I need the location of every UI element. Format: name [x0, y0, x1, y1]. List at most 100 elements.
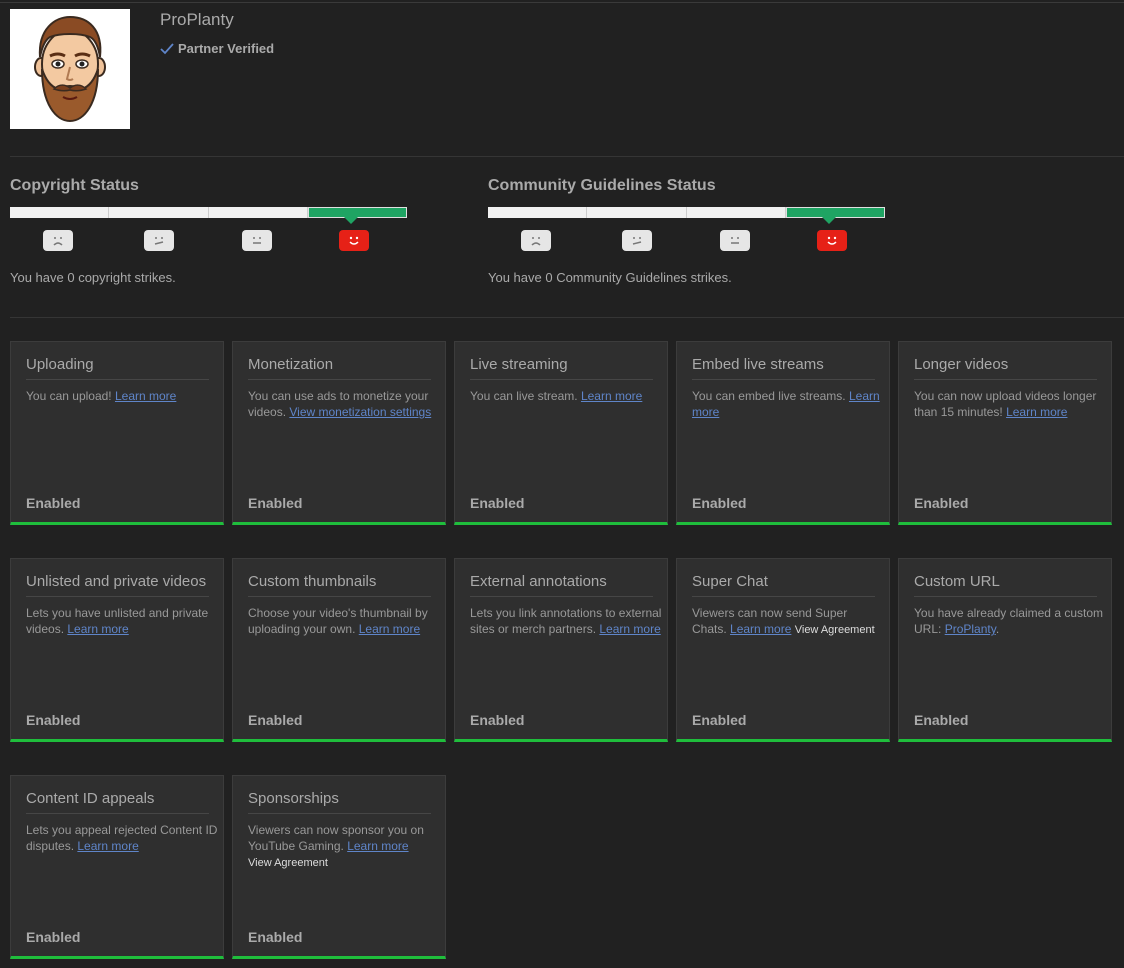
- channel-name: ProPlanty: [160, 10, 234, 29]
- meter-segment: [10, 207, 110, 218]
- feature-card-divider: [26, 813, 209, 814]
- sad-face-icon: [521, 230, 551, 251]
- learn-more-link[interactable]: Learn more: [581, 389, 642, 403]
- meter-segment: [208, 207, 308, 218]
- feature-status: Enabled: [914, 712, 969, 728]
- partner-verified-badge: Partner Verified: [160, 41, 274, 56]
- learn-more-link[interactable]: Learn more: [67, 622, 128, 636]
- feature-card-divider: [26, 596, 209, 597]
- meter-segment: [109, 207, 209, 218]
- feature-card-description: Viewers can now send Super Chats. Learn …: [692, 605, 884, 638]
- feature-status: Enabled: [26, 712, 81, 728]
- feature-card-description: You have already claimed a custom URL: P…: [914, 605, 1106, 637]
- feature-card-description: You can live stream. Learn more: [470, 388, 662, 404]
- feature-description-text: You can embed live streams.: [692, 389, 849, 403]
- view-agreement-link[interactable]: View Agreement: [248, 857, 328, 869]
- feature-card-divider: [914, 379, 1097, 380]
- feature-description-text: You can upload!: [26, 389, 115, 403]
- community-status-title: Community Guidelines Status: [488, 177, 716, 194]
- happy-face-icon: [339, 230, 369, 251]
- features-page: ProPlanty Partner Verified Copyright Sta…: [0, 0, 1124, 968]
- community-faces: [488, 230, 888, 252]
- feature-status: Enabled: [470, 495, 525, 511]
- learn-more-link[interactable]: Learn more: [347, 839, 408, 853]
- feature-status: Enabled: [692, 495, 747, 511]
- feature-card: Monetization You can use ads to monetize …: [232, 341, 446, 525]
- feature-card-title: Uploading: [26, 356, 94, 373]
- feature-card-divider: [692, 379, 875, 380]
- feature-status: Enabled: [692, 712, 747, 728]
- feature-card: Longer videos You can now upload videos l…: [898, 341, 1112, 525]
- checkmark-icon: [160, 42, 174, 54]
- bearded-man-avatar-icon: [34, 15, 106, 123]
- meter-segment: [587, 207, 687, 218]
- verified-label: Partner Verified: [178, 41, 275, 56]
- feature-card-description: You can embed live streams. Learn more: [692, 388, 884, 420]
- feature-card: Super Chat Viewers can now send Super Cha…: [676, 558, 890, 742]
- copyright-strikes-text: You have 0 copyright strikes.: [10, 270, 176, 285]
- channel-avatar: [10, 9, 130, 129]
- feature-card-title: Super Chat: [692, 573, 768, 590]
- learn-more-link[interactable]: Learn more: [115, 389, 176, 403]
- feature-card-description: You can upload! Learn more: [26, 388, 218, 404]
- feature-description-text: You can live stream.: [470, 389, 581, 403]
- feature-card-title: Embed live streams: [692, 356, 824, 373]
- feature-card-divider: [692, 596, 875, 597]
- feature-status: Enabled: [248, 929, 303, 945]
- feature-card-divider: [470, 596, 653, 597]
- feature-card-title: Content ID appeals: [26, 790, 155, 807]
- feature-card-description: Viewers can now sponsor you on YouTube G…: [248, 822, 440, 871]
- happy-face-icon: [817, 230, 847, 251]
- feature-card-title: Custom thumbnails: [248, 573, 377, 590]
- meh-face-icon: [144, 230, 174, 251]
- feature-card-divider: [248, 596, 431, 597]
- feature-card-description: Choose your video's thumbnail by uploadi…: [248, 605, 440, 637]
- view-agreement-link[interactable]: View Agreement: [795, 624, 875, 636]
- feature-card-title: Live streaming: [470, 356, 568, 373]
- feature-card-divider: [470, 379, 653, 380]
- feature-card: Content ID appeals Lets you appeal reject…: [10, 775, 224, 959]
- learn-more-link[interactable]: ProPlanty: [945, 622, 996, 636]
- feature-card-description: You can now upload videos longer than 15…: [914, 388, 1106, 420]
- community-guidelines-status: Community Guidelines Status You have 0 C…: [488, 177, 888, 287]
- top-divider: [0, 2, 1124, 3]
- status-divider: [10, 317, 1124, 318]
- community-strikes-text: You have 0 Community Guidelines strikes.: [488, 270, 732, 285]
- feature-card-divider: [26, 379, 209, 380]
- feature-card-description: You can use ads to monetize your videos.…: [248, 388, 440, 420]
- sad-face-icon: [43, 230, 73, 251]
- feature-status: Enabled: [26, 495, 81, 511]
- copyright-status-title: Copyright Status: [10, 177, 139, 194]
- feature-description-text: You have already claimed a custom URL:: [914, 606, 1103, 636]
- feature-card-divider: [248, 379, 431, 380]
- feature-card-title: Unlisted and private videos: [26, 573, 207, 590]
- feature-description-suffix: .: [995, 622, 1000, 636]
- neutral-face-icon: [720, 230, 750, 251]
- feature-card-description: Lets you have unlisted and private video…: [26, 605, 218, 637]
- feature-card: Embed live streams You can embed live str…: [676, 341, 890, 525]
- meter-segment: [686, 207, 786, 218]
- copyright-faces: [10, 230, 410, 252]
- feature-card: Custom thumbnails Choose your video's thu…: [232, 558, 446, 742]
- meter-pointer-icon: [344, 217, 358, 224]
- header-divider: [10, 156, 1124, 157]
- feature-status: Enabled: [470, 712, 525, 728]
- learn-more-link[interactable]: Learn more: [1006, 405, 1067, 419]
- feature-status: Enabled: [914, 495, 969, 511]
- copyright-status: Copyright Status You have 0 copyright st…: [10, 177, 410, 287]
- learn-more-link[interactable]: Learn more: [77, 839, 138, 853]
- learn-more-link[interactable]: View monetization settings: [289, 405, 431, 419]
- feature-card-title: Custom URL: [914, 573, 1000, 590]
- neutral-face-icon: [242, 230, 272, 251]
- feature-card-title: External annotations: [470, 573, 607, 590]
- learn-more-link[interactable]: Learn more: [599, 622, 660, 636]
- learn-more-link[interactable]: Learn more: [359, 622, 420, 636]
- feature-card-title: Longer videos: [914, 356, 1009, 373]
- feature-card: Unlisted and private videos Lets you have…: [10, 558, 224, 742]
- feature-status: Enabled: [26, 929, 81, 945]
- feature-card-divider: [248, 813, 431, 814]
- learn-more-link[interactable]: Learn more: [730, 622, 791, 636]
- feature-card-title: Sponsorships: [248, 790, 339, 807]
- feature-status: Enabled: [248, 495, 303, 511]
- meter-segment: [488, 207, 588, 218]
